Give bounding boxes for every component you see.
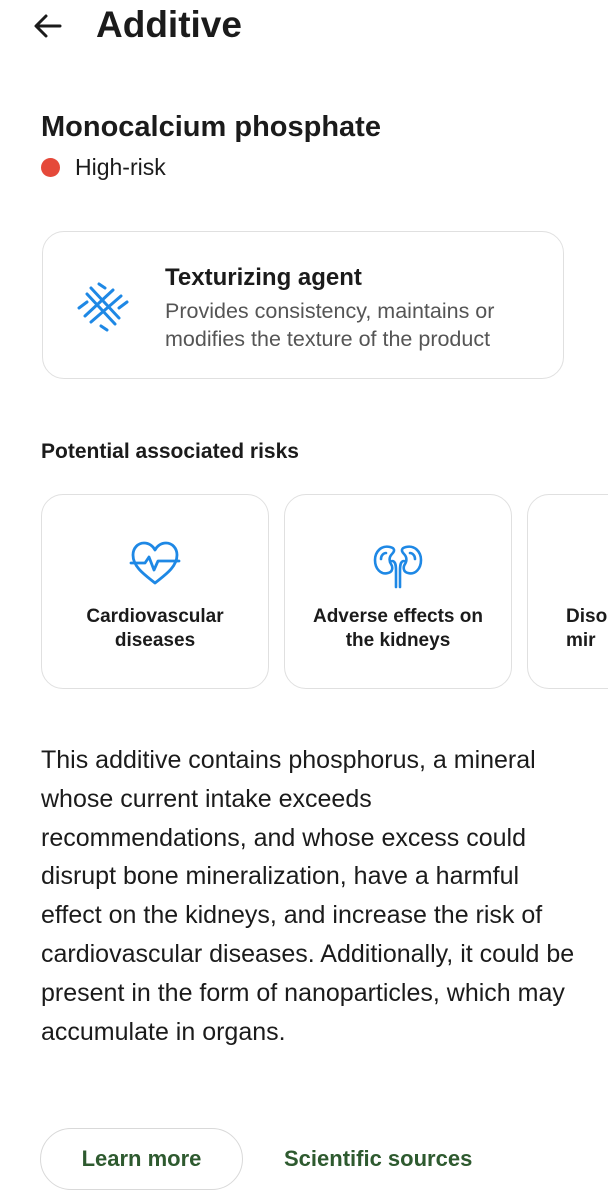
texturizer-icon — [77, 282, 129, 332]
additive-description: This additive contains phosphorus, a min… — [41, 746, 575, 1046]
risk-card-kidneys[interactable]: Adverse effects on the kidneys — [284, 494, 512, 689]
risk-dot-icon — [41, 157, 60, 177]
risks-heading: Potential associated risks — [41, 440, 299, 463]
heart-pulse-icon — [129, 541, 181, 585]
learn-more-button[interactable]: Learn more — [40, 1128, 243, 1190]
risk-card-label: Adverse effects on the kidneys — [312, 606, 483, 651]
risk-card-cardiovascular[interactable]: Cardiovascular diseases — [41, 494, 269, 689]
additive-name: Monocalcium phosphate — [41, 111, 381, 143]
risk-level-label: High-risk — [75, 154, 166, 180]
risk-card-partial[interactable]: Diso mir — [527, 494, 608, 689]
function-card: Texturizing agent Provides consistency, … — [42, 231, 564, 379]
back-button[interactable] — [26, 6, 70, 46]
risk-card-label: Cardiovascular diseases — [86, 606, 224, 651]
kidneys-icon — [373, 545, 423, 589]
risks-carousel[interactable]: Cardiovascular diseases Adverse effects … — [0, 494, 608, 690]
page-title: Additive — [96, 4, 242, 45]
arrow-left-icon — [34, 14, 62, 38]
function-title: Texturizing agent — [165, 264, 362, 291]
top-app-bar: Additive — [0, 0, 608, 56]
function-description: Provides consistency, maintains or modif… — [165, 299, 495, 351]
risk-level: High-risk — [41, 152, 166, 182]
risk-card-label: Diso mir — [566, 606, 608, 651]
scientific-sources-button[interactable]: Scientific sources — [268, 1128, 488, 1190]
